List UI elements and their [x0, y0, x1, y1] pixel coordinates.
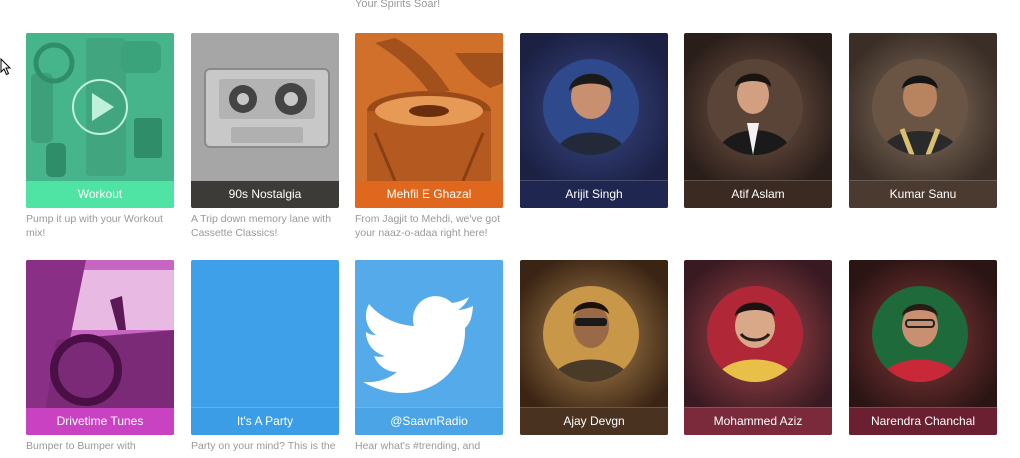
tile-title: It's A Party [191, 407, 339, 435]
mouse-cursor-icon [0, 58, 12, 76]
tile-description: From Jagjit to Mehdi, we've got your naa… [355, 213, 500, 239]
tile-title: 90s Nostalgia [191, 181, 339, 208]
tile-title: Workout [26, 181, 174, 208]
tile-title: Atif Aslam [684, 180, 832, 208]
playlist-tile-saavn-radio[interactable]: @SaavnRadio [355, 260, 503, 435]
tile-title: Ajay Devgn [520, 407, 668, 435]
car-dashboard-cover-art [26, 260, 174, 408]
playlist-tile-90s-nostalgia[interactable]: 90s Nostalgia [191, 33, 339, 208]
tile-title: Mohammed Aziz [684, 407, 832, 435]
cassette-cover-art [191, 33, 339, 181]
playlist-tile-mehfil-e-ghazal[interactable]: Mehfil E Ghazal [355, 33, 503, 208]
artist-tile-kumar-sanu[interactable]: Kumar Sanu [849, 33, 997, 208]
artist-tile-narendra-chanchal[interactable]: Narendra Chanchal [849, 260, 997, 435]
playlist-tile-workout[interactable]: Workout [26, 33, 174, 208]
artist-tile-ajay-devgn[interactable]: Ajay Devgn [520, 260, 668, 435]
tile-title: Kumar Sanu [849, 180, 997, 208]
tile-description: Bumper to Bumper with [26, 440, 136, 452]
tile-description: Pump it up with your Workout mix! [26, 213, 163, 239]
tile-title: Mehfil E Ghazal [355, 181, 503, 208]
tabla-cover-art [355, 33, 503, 181]
tile-description: A Trip down memory lane with Cassette Cl… [191, 213, 332, 239]
artist-tile-mohammed-aziz[interactable]: Mohammed Aziz [684, 260, 832, 435]
playlist-tile-its-a-party[interactable]: It's A Party [191, 260, 339, 435]
artist-portrait [872, 286, 968, 382]
artist-portrait [543, 286, 639, 382]
artist-tile-atif-aslam[interactable]: Atif Aslam [684, 33, 832, 208]
tile-description: Hear what's #trending, and [355, 440, 481, 452]
artist-portrait [872, 59, 968, 155]
tile-title: Narendra Chanchal [849, 407, 997, 435]
tile-description: Party on your mind? This is the [191, 440, 336, 452]
artist-portrait [707, 286, 803, 382]
artist-portrait [707, 59, 803, 155]
artist-tile-arijit-singh[interactable]: Arijit Singh [520, 33, 668, 208]
party-cover-art [191, 260, 339, 408]
tile-title: @SaavnRadio [355, 407, 503, 435]
artist-portrait [543, 59, 639, 155]
previous-row-description: Your Spirits Soar! [355, 0, 441, 10]
tile-title: Drivetime Tunes [26, 408, 174, 435]
tile-title: Arijit Singh [520, 180, 668, 208]
twitter-bird-icon [355, 260, 503, 408]
workout-cover-art [26, 33, 174, 181]
playlist-tile-drivetime-tunes[interactable]: Drivetime Tunes [26, 260, 174, 435]
